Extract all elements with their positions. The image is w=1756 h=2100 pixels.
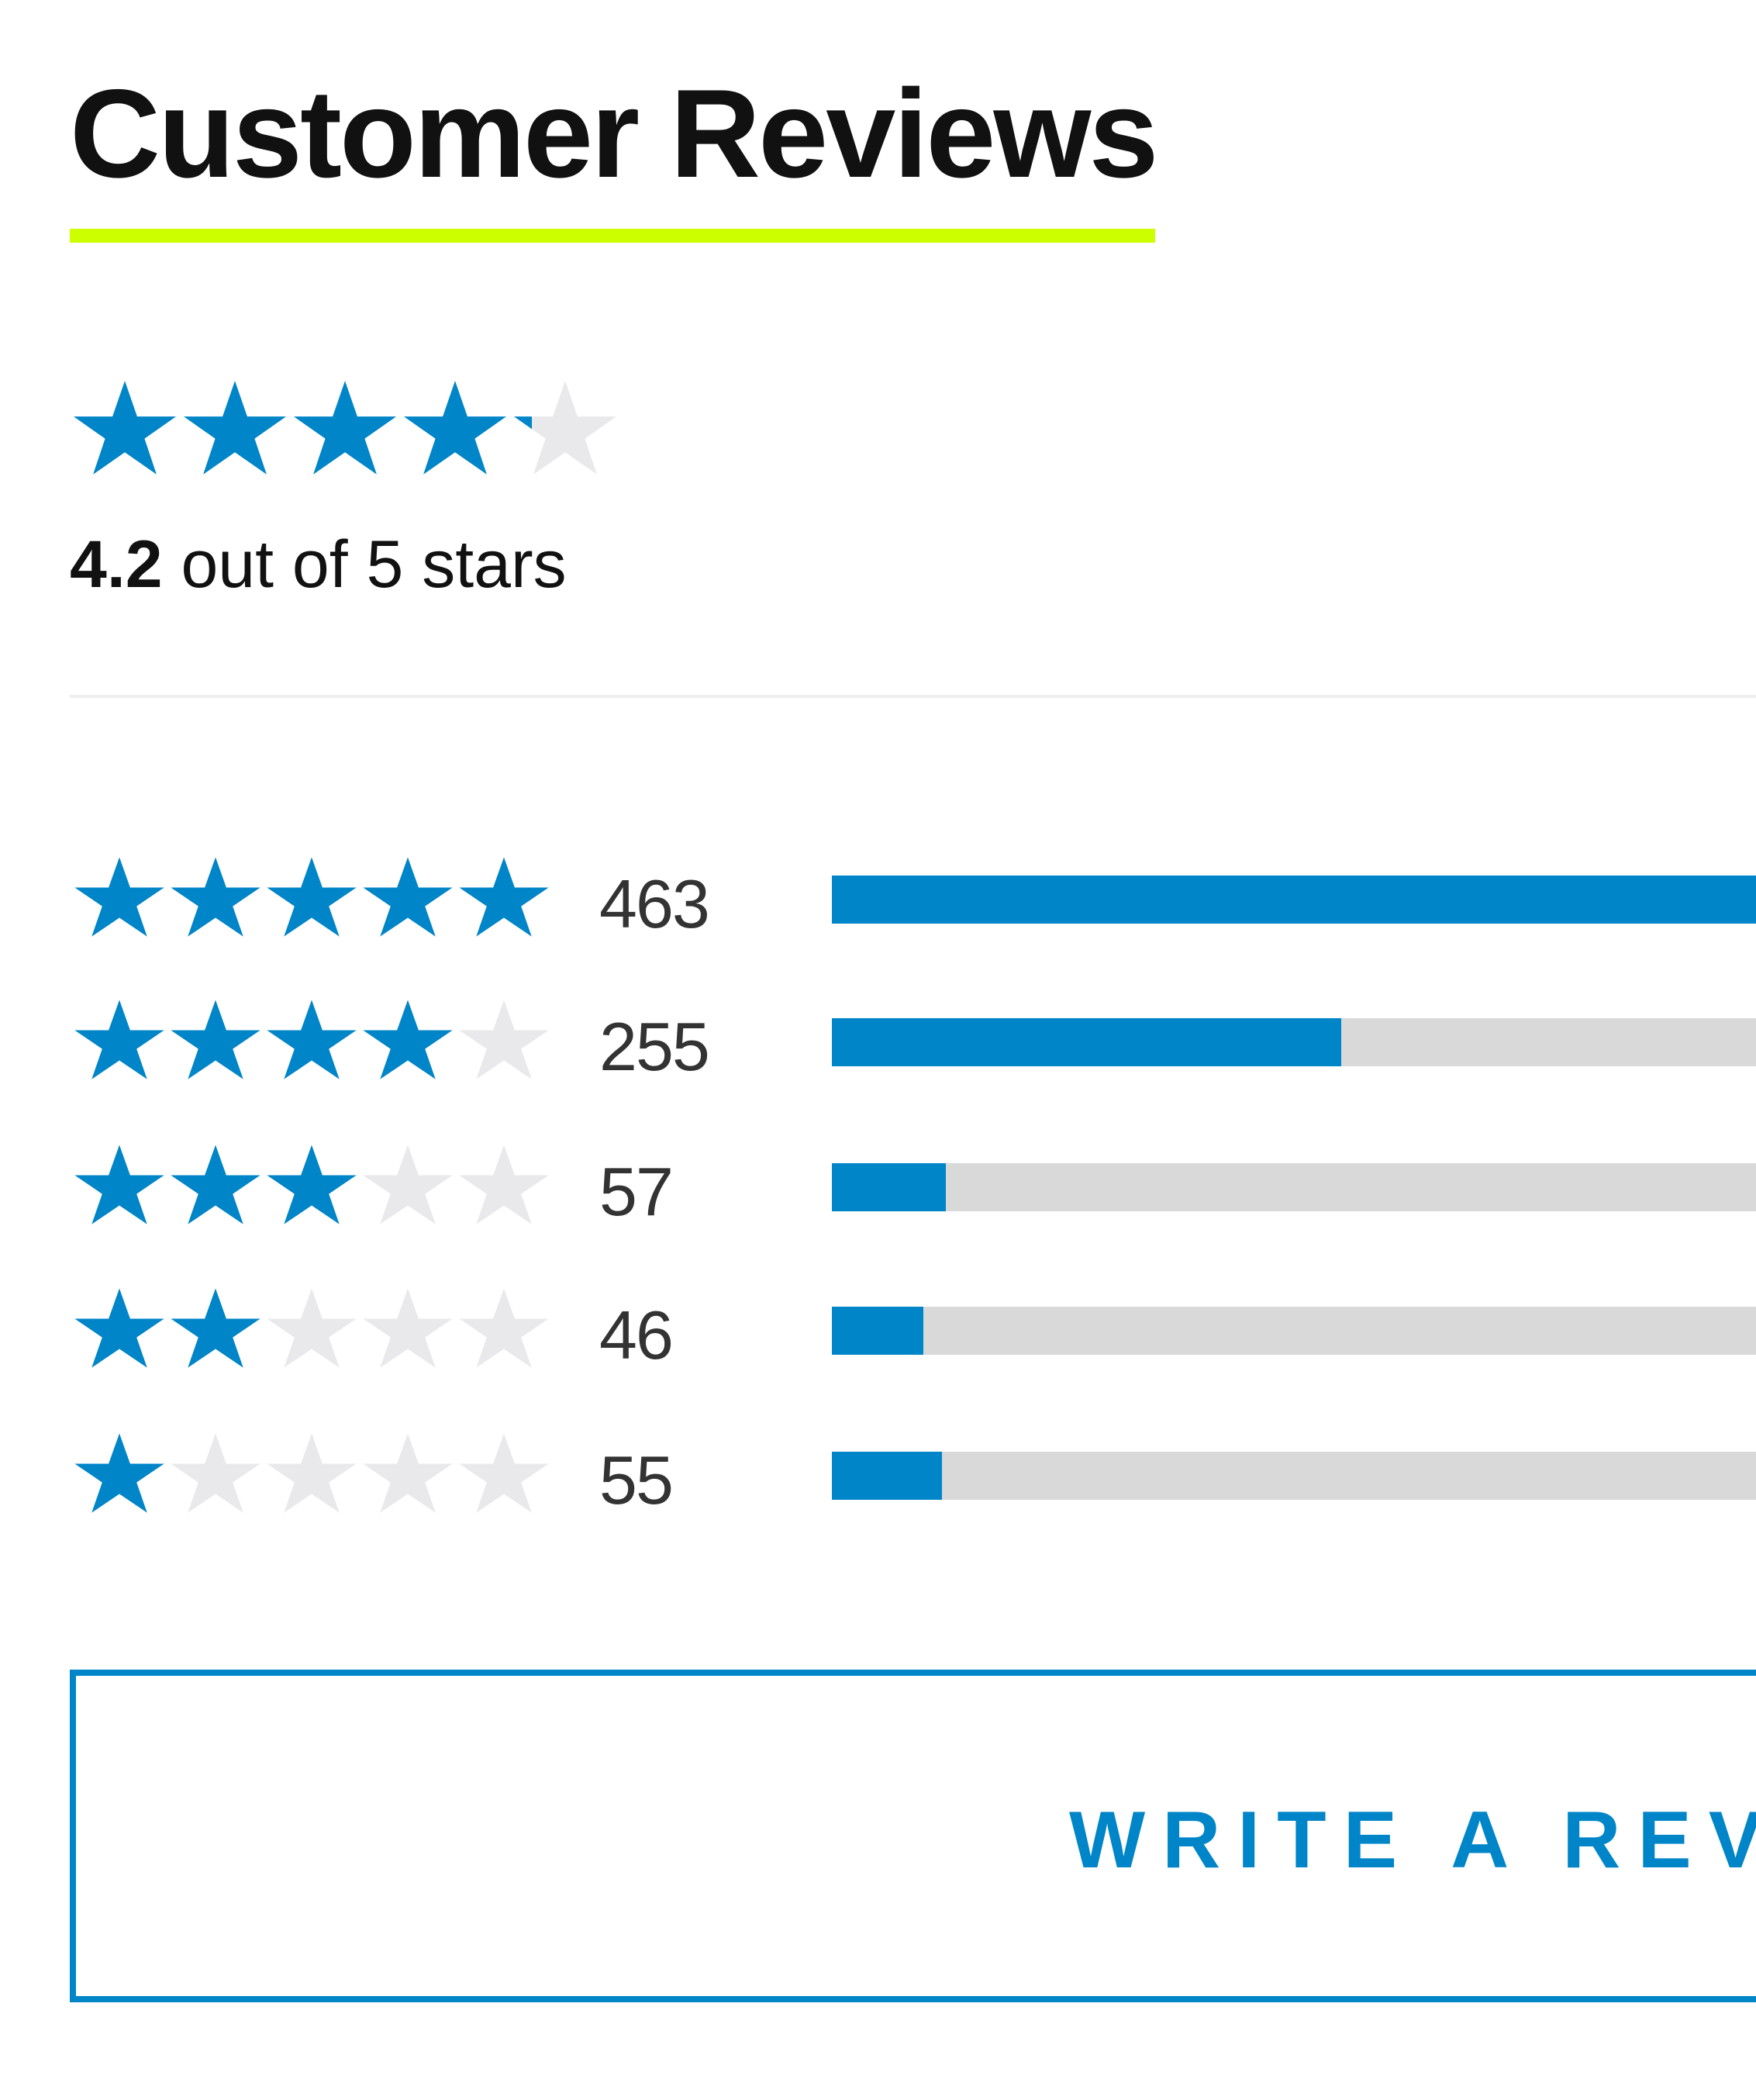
star-filled-icon	[167, 1142, 264, 1232]
star-filled-icon	[360, 997, 456, 1087]
rating-bar-fill	[832, 1018, 1341, 1066]
rating-row-4-stars[interactable]: 255	[0, 997, 1756, 1090]
star-filled-icon	[71, 855, 167, 945]
average-rating-value: 4.2	[70, 527, 163, 602]
write-review-button[interactable]: WRITE A REVIEW	[70, 1670, 1756, 2002]
rating-bar-fill	[832, 1163, 946, 1211]
star-empty-icon	[360, 1286, 456, 1376]
star-empty-icon	[456, 1286, 552, 1376]
star-filled-icon	[400, 378, 510, 484]
star-filled-icon	[70, 378, 180, 484]
rating-bar-fill	[832, 1307, 923, 1355]
star-empty-icon	[167, 1431, 264, 1521]
star-filled-icon	[264, 855, 360, 945]
rating-bar	[832, 1452, 1756, 1500]
rating-bar	[832, 876, 1756, 924]
row-stars	[71, 1142, 552, 1232]
star-empty-icon	[360, 1431, 456, 1521]
row-stars	[71, 1286, 552, 1376]
star-empty-icon	[456, 997, 552, 1087]
star-filled-icon	[360, 855, 456, 945]
write-review-label: WRITE A REVIEW	[1069, 1795, 1756, 1885]
star-filled-icon	[167, 855, 264, 945]
star-filled-icon	[180, 378, 290, 484]
star-filled-icon	[71, 1286, 167, 1376]
rating-bar-fill	[832, 1452, 942, 1500]
average-rating-text: 4.2 out of 5 stars	[70, 531, 567, 598]
star-filled-icon	[167, 1286, 264, 1376]
star-filled-icon	[264, 1142, 360, 1232]
rating-bar	[832, 1307, 1756, 1355]
review-count: 255	[599, 1008, 710, 1085]
rating-row-5-stars[interactable]: 463	[0, 855, 1756, 948]
rating-bar	[832, 1163, 1756, 1211]
rating-bar	[832, 1018, 1756, 1066]
star-empty-icon	[264, 1431, 360, 1521]
star-empty-icon	[264, 1286, 360, 1376]
row-stars	[71, 997, 552, 1087]
star-filled-icon	[456, 855, 552, 945]
review-count: 46	[599, 1297, 674, 1373]
review-count: 57	[599, 1153, 674, 1230]
rating-row-2-stars[interactable]: 46	[0, 1286, 1756, 1379]
rating-bar-fill	[832, 876, 1756, 924]
row-stars	[71, 1431, 552, 1521]
average-rating-stars	[70, 378, 620, 484]
star-filled-icon	[167, 997, 264, 1087]
average-rating-suffix: out of 5 stars	[181, 527, 567, 602]
star-filled-icon	[290, 378, 400, 484]
star-filled-icon	[71, 1431, 167, 1521]
star-empty-icon	[360, 1142, 456, 1232]
rating-row-3-stars[interactable]: 57	[0, 1142, 1756, 1235]
title-underline	[70, 229, 1155, 243]
row-stars	[71, 855, 552, 945]
star-empty-icon	[456, 1142, 552, 1232]
star-filled-icon	[71, 997, 167, 1087]
section-divider	[70, 695, 1756, 698]
review-count: 463	[599, 865, 710, 942]
star-filled-icon	[71, 1142, 167, 1232]
star-filled-icon	[264, 997, 360, 1087]
star-empty-icon	[456, 1431, 552, 1521]
page-title: Customer Reviews	[70, 64, 1159, 204]
star-half-icon	[510, 378, 620, 484]
rating-row-1-stars[interactable]: 55	[0, 1431, 1756, 1524]
review-count: 55	[599, 1442, 674, 1518]
